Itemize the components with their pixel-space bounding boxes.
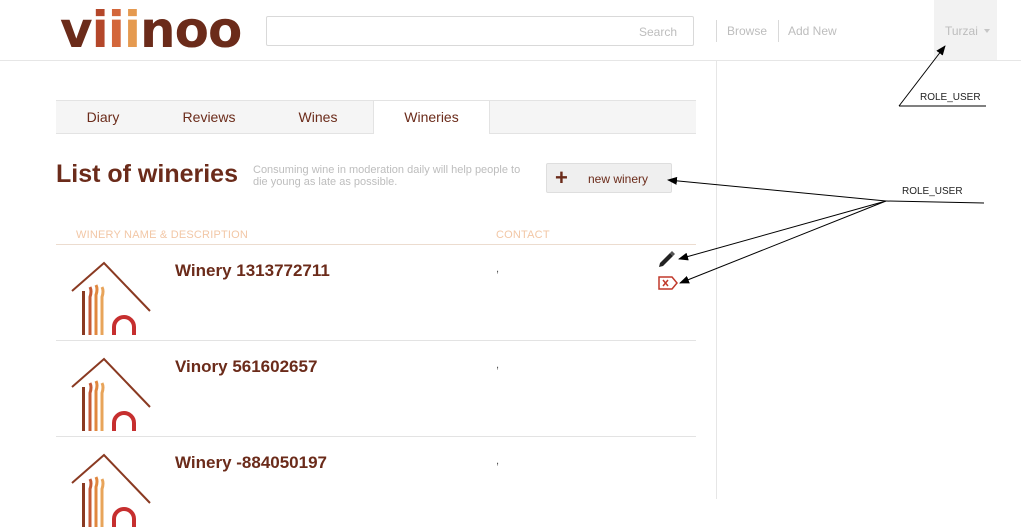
annotation-label: ROLE_USER (902, 186, 963, 197)
annotation-arrows (667, 45, 986, 284)
annotation-label: ROLE_USER (920, 92, 981, 103)
